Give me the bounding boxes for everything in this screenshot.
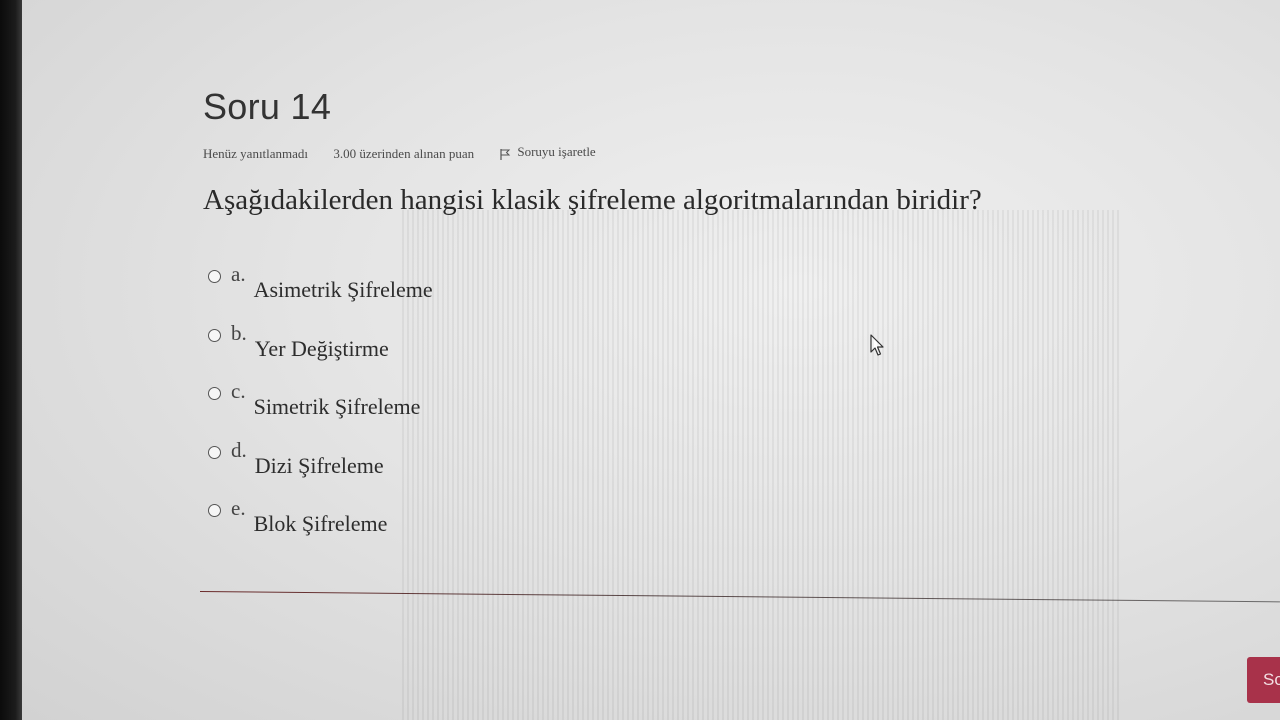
flag-question-link[interactable]: Soruyu işaretle	[499, 144, 617, 160]
answer-text: Asimetrik Şifreleme	[253, 277, 433, 302]
answer-text: Blok Şifreleme	[253, 511, 388, 536]
flag-icon	[500, 149, 511, 160]
answer-list: a. Asimetrik Şifreleme b. Yer Değiştirme…	[208, 262, 433, 555]
answer-letter: c.	[231, 379, 246, 403]
answer-option-d[interactable]: d. Dizi Şifreleme	[208, 438, 433, 497]
answer-letter: b.	[231, 320, 247, 345]
radio-button-e[interactable]	[208, 504, 221, 517]
question-title: Soru 14	[203, 86, 332, 127]
next-page-button[interactable]: Sc	[1247, 657, 1280, 703]
answer-letter: a.	[231, 262, 246, 286]
answer-option-b[interactable]: b. Yer Değiştirme	[208, 321, 433, 380]
flag-question-label: Soruyu işaretle	[517, 144, 596, 159]
question-text: Aşağıdakilerden hangisi klasik şifreleme…	[203, 184, 982, 216]
answer-letter: d.	[231, 437, 247, 462]
answer-option-c[interactable]: c. Simetrik Şifreleme	[208, 379, 433, 438]
radio-button-d[interactable]	[208, 445, 221, 459]
radio-button-a[interactable]	[208, 270, 221, 283]
question-info: Henüz yanıtlanmadı 3.00 üzerinden alınan…	[203, 144, 640, 162]
quiz-screen: Soru 14 Henüz yanıtlanmadı 3.00 üzerinde…	[22, 0, 1280, 720]
section-divider	[199, 591, 1280, 603]
answer-option-a[interactable]: a. Asimetrik Şifreleme	[208, 262, 433, 321]
answer-text: Yer Değiştirme	[254, 335, 389, 361]
question-grade: 3.00 üzerinden alınan puan	[333, 146, 475, 161]
question-status: Henüz yanıtlanmadı	[203, 146, 309, 161]
answer-letter: e.	[231, 496, 246, 520]
mouse-pointer-icon	[870, 334, 884, 356]
radio-button-c[interactable]	[208, 387, 221, 400]
radio-button-b[interactable]	[208, 328, 221, 342]
answer-text: Dizi Şifreleme	[254, 452, 384, 478]
monitor-bezel	[0, 0, 22, 720]
answer-option-e[interactable]: e. Blok Şifreleme	[208, 496, 433, 555]
answer-text: Simetrik Şifreleme	[253, 394, 421, 419]
